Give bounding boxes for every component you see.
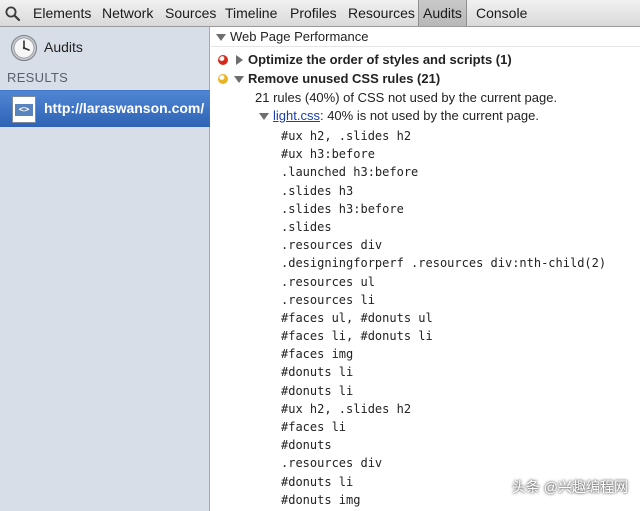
list-item: .slides h3:before [281,201,404,216]
search-icon[interactable] [4,5,22,23]
file-link[interactable]: light.css [273,108,320,123]
tab-network[interactable]: Network [100,0,155,26]
rule-title[interactable]: Remove unused CSS rules (21) [248,71,440,86]
rule-title[interactable]: Optimize the order of styles and scripts… [248,52,512,67]
disclosure-expanded-icon[interactable] [259,113,269,120]
list-item: #faces li [281,420,347,434]
list-item: #donuts li [281,383,354,398]
tab-elements[interactable]: Elements [31,0,93,26]
html-file-icon: <> [12,96,36,123]
list-item: #faces ul, #donuts ul [281,310,433,325]
tab-profiles[interactable]: Profiles [288,0,339,26]
list-item: .slides h3 [281,183,354,198]
list-item: #ux h2, .slides h2 [281,401,412,416]
disclosure-collapsed-icon[interactable] [236,55,243,65]
file-summary: light.css: 40% is not used by the curren… [273,108,539,123]
list-item: #faces li, #donuts li [281,329,433,344]
file-summary-text: : 40% is not used by the current page. [319,108,539,123]
rule-description: 21 rules (40%) of CSS not used by the cu… [255,90,558,105]
sidebar-item-label: Audits [44,39,83,55]
list-item: #donuts li [281,365,354,380]
results-section-header: RESULTS [7,70,69,85]
audit-results-panel: Web Page Performance Optimize the order … [211,27,640,511]
list-item: #ux h2, .slides h2 [281,129,412,143]
watermark: 头条 @兴趣编程网 [511,479,628,495]
list-item: #donuts [281,438,332,453]
tab-audits[interactable]: Audits [418,0,467,26]
tab-resources[interactable]: Resources [346,0,417,26]
disclosure-expanded-icon [216,34,226,41]
category-title: Web Page Performance [230,29,369,44]
severity-red-icon [218,55,228,65]
list-item: #ux h3:before [281,147,375,162]
list-item: .launched h3:before [281,165,419,180]
clock-icon [10,34,38,62]
list-item: .resources ul [281,274,375,289]
list-item: .slides [281,219,332,234]
sidebar-item-result[interactable]: <> http://laraswanson.com/ [0,90,210,127]
severity-yellow-icon [218,74,228,84]
list-item: .resources li [281,292,375,307]
category-header[interactable]: Web Page Performance [211,27,640,47]
unused-selector-list: #ux h2, .slides h2 #ux h3:before .launch… [281,127,606,509]
tab-sources[interactable]: Sources [163,0,218,26]
tab-console[interactable]: Console [474,0,529,26]
list-item: .resources div [281,456,383,471]
list-item: .resources div [281,238,383,253]
result-url-label: http://laraswanson.com/ [44,100,205,116]
list-item: .designingforperf .resources div:nth-chi… [281,256,607,271]
sidebar-item-audits[interactable]: Audits [8,34,198,64]
list-item: #faces img [281,347,354,362]
disclosure-expanded-icon[interactable] [234,76,244,83]
toolbar: Elements Network Sources Timeline Profil… [0,0,640,27]
sidebar: Audits RESULTS <> http://laraswanson.com… [0,27,210,511]
tab-timeline[interactable]: Timeline [223,0,279,26]
